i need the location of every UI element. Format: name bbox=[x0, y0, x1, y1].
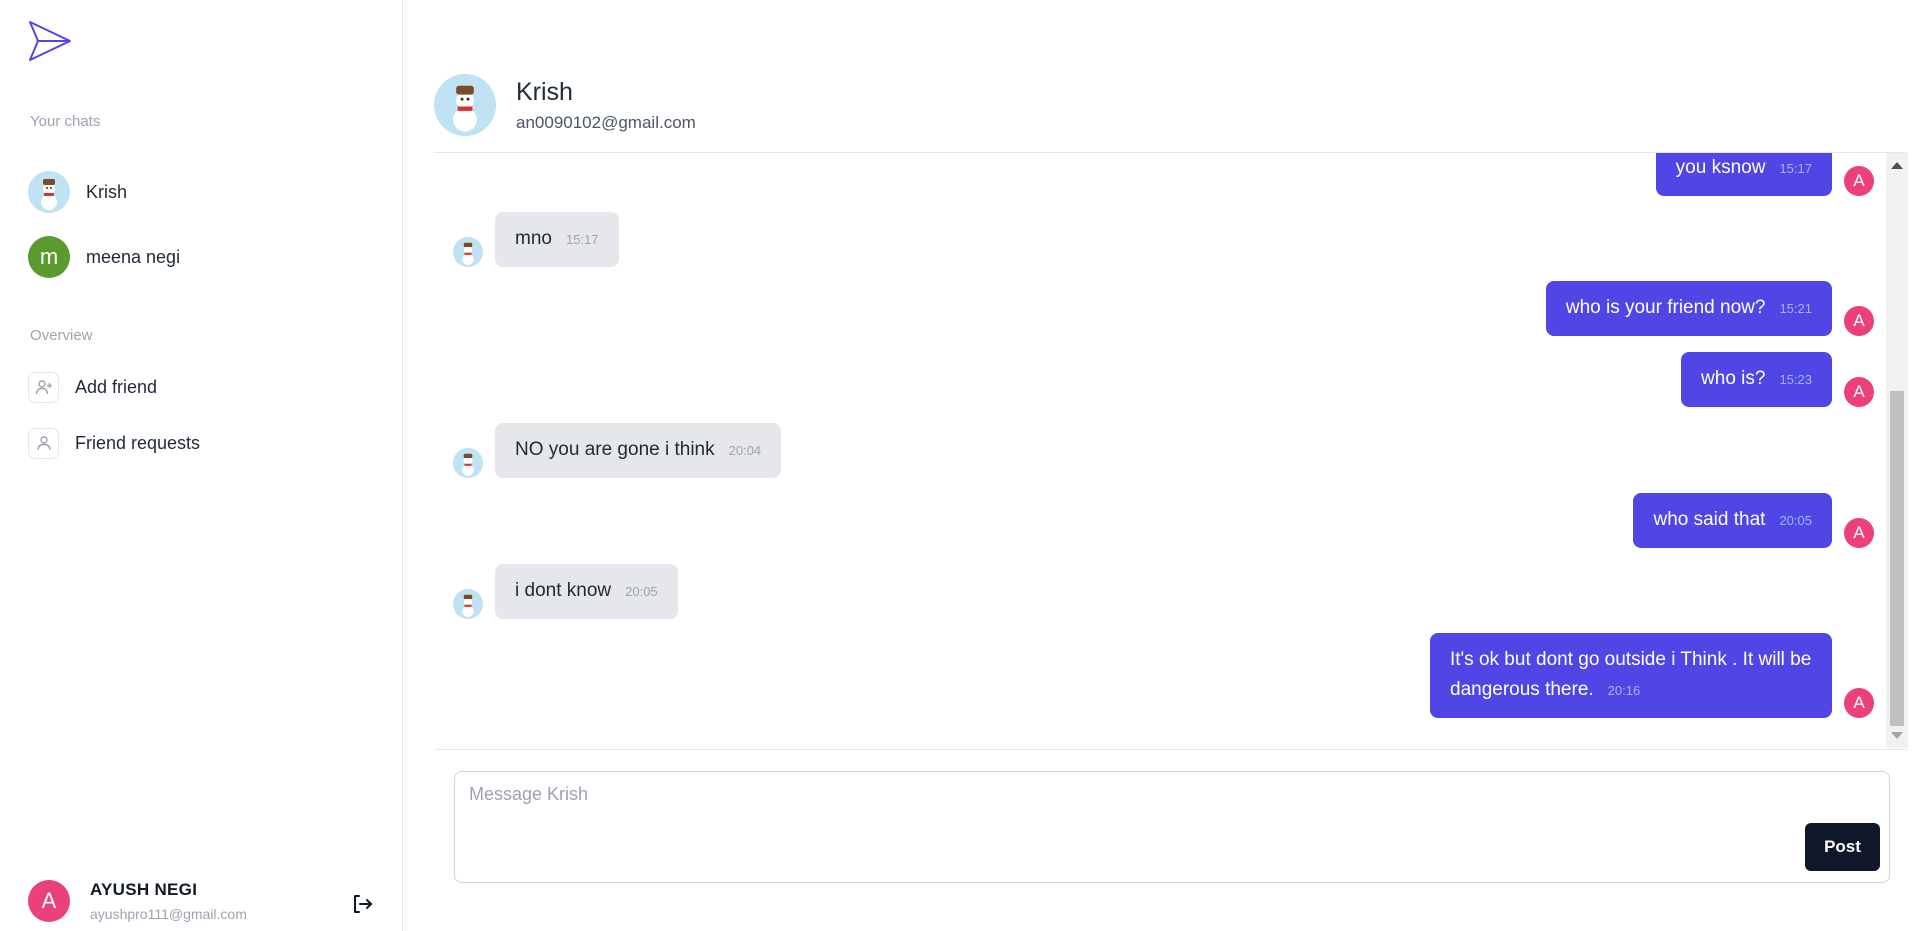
friend-requests-label: Friend requests bbox=[75, 432, 201, 453]
avatar: A bbox=[28, 880, 70, 922]
chat-app: Your chats Krish m meena negi Overview A… bbox=[0, 0, 1912, 931]
snowman-icon bbox=[453, 589, 483, 619]
chat-partner-email: an0090102@gmail.com bbox=[516, 112, 696, 132]
message-bubble: mno 15:17 bbox=[495, 212, 619, 267]
message-time: 20:04 bbox=[728, 443, 762, 458]
message-text: i dont know bbox=[515, 580, 612, 601]
message-incoming: mno 15:17 bbox=[453, 212, 619, 267]
message-outgoing: you ksnow 15:17 A bbox=[1655, 153, 1874, 196]
user-profile: A AYUSH NEGI ayushpro111@gmail.com bbox=[28, 880, 247, 922]
message-composer bbox=[454, 771, 1890, 883]
chat-partner-name: Krish bbox=[516, 77, 573, 106]
message-input[interactable] bbox=[469, 784, 1769, 864]
overview-label: Overview bbox=[30, 327, 93, 344]
chat-item-name: meena negi bbox=[86, 246, 181, 267]
user-icon bbox=[28, 427, 59, 459]
message-incoming: i dont know 20:05 bbox=[453, 564, 678, 619]
message-time: 20:05 bbox=[1779, 513, 1812, 528]
add-friend-link[interactable]: Add friend bbox=[28, 371, 157, 403]
paper-plane-logo-icon[interactable] bbox=[28, 20, 72, 62]
message-time: 15:21 bbox=[1779, 301, 1812, 316]
message-time: 20:16 bbox=[1607, 683, 1641, 698]
message-text: you ksnow bbox=[1675, 157, 1766, 178]
message-time: 20:05 bbox=[625, 584, 658, 599]
user-plus-icon bbox=[28, 371, 59, 403]
message-bubble: It's ok but dont go outside i Think . It… bbox=[1430, 633, 1832, 718]
avatar: A bbox=[1844, 306, 1874, 336]
message-text: who is your friend now? bbox=[1565, 297, 1766, 318]
scroll-up-arrow-icon[interactable] bbox=[1891, 162, 1903, 169]
message-outgoing: who is? 15:23 A bbox=[1681, 352, 1874, 407]
composer-divider bbox=[434, 749, 1908, 750]
chat-item-meena-negi[interactable]: m meena negi bbox=[28, 235, 180, 279]
message-bubble: i dont know 20:05 bbox=[495, 564, 678, 619]
snowman-avatar bbox=[453, 448, 483, 478]
message-outgoing: who said that 20:05 A bbox=[1633, 493, 1874, 548]
scroll-down-arrow-icon[interactable] bbox=[1891, 732, 1903, 739]
message-bubble: who is your friend now? 15:21 bbox=[1545, 281, 1832, 336]
profile-email: ayushpro111@gmail.com bbox=[90, 906, 247, 922]
chat-item-krish[interactable]: Krish bbox=[28, 170, 127, 214]
message-time: 15:17 bbox=[1779, 161, 1812, 176]
snowman-avatar bbox=[434, 74, 496, 136]
message-time: 15:23 bbox=[1779, 372, 1812, 387]
message-outgoing: who is your friend now? 15:21 A bbox=[1545, 281, 1874, 336]
message-incoming: NO you are gone i think 20:04 bbox=[453, 423, 782, 478]
logout-icon[interactable] bbox=[350, 892, 374, 916]
snowman-avatar bbox=[453, 237, 483, 267]
avatar: A bbox=[1844, 688, 1874, 718]
message-bubble: you ksnow 15:17 bbox=[1655, 153, 1832, 196]
scrollbar-thumb[interactable] bbox=[1890, 391, 1904, 726]
message-time: 15:17 bbox=[565, 232, 599, 247]
post-button[interactable]: Post bbox=[1805, 823, 1880, 871]
message-bubble: who said that 20:05 bbox=[1633, 493, 1832, 548]
avatar: A bbox=[1844, 166, 1874, 196]
message-text: NO you are gone i think bbox=[515, 439, 715, 460]
message-text: who said that bbox=[1653, 509, 1766, 530]
message-bubble: NO you are gone i think 20:04 bbox=[495, 423, 782, 478]
avatar: A bbox=[1844, 377, 1874, 407]
snowman-icon bbox=[453, 448, 483, 478]
profile-name: AYUSH NEGI bbox=[90, 880, 198, 899]
message-scrollbar[interactable] bbox=[1886, 153, 1908, 748]
snowman-icon bbox=[453, 237, 483, 267]
chat-item-name: Krish bbox=[86, 181, 128, 202]
message-text: who is? bbox=[1701, 368, 1766, 389]
your-chats-label: Your chats bbox=[30, 113, 101, 130]
snowman-avatar bbox=[28, 171, 70, 213]
snowman-icon bbox=[28, 171, 70, 213]
message-bubble: who is? 15:23 bbox=[1681, 352, 1832, 407]
add-friend-label: Add friend bbox=[75, 376, 158, 397]
message-text: mno bbox=[515, 228, 552, 249]
message-list[interactable]: you ksnow 15:17 A mno 15:17 who is your fr… bbox=[434, 153, 1886, 748]
sidebar: Your chats Krish m meena negi Overview A… bbox=[0, 0, 403, 931]
avatar: A bbox=[1844, 518, 1874, 548]
snowman-icon bbox=[434, 74, 496, 136]
message-outgoing: It's ok but dont go outside i Think . It… bbox=[1430, 633, 1874, 718]
snowman-avatar bbox=[453, 589, 483, 619]
friend-requests-link[interactable]: Friend requests bbox=[28, 427, 200, 459]
chat-header: Krish an0090102@gmail.com bbox=[434, 74, 696, 136]
avatar: m bbox=[28, 236, 70, 278]
